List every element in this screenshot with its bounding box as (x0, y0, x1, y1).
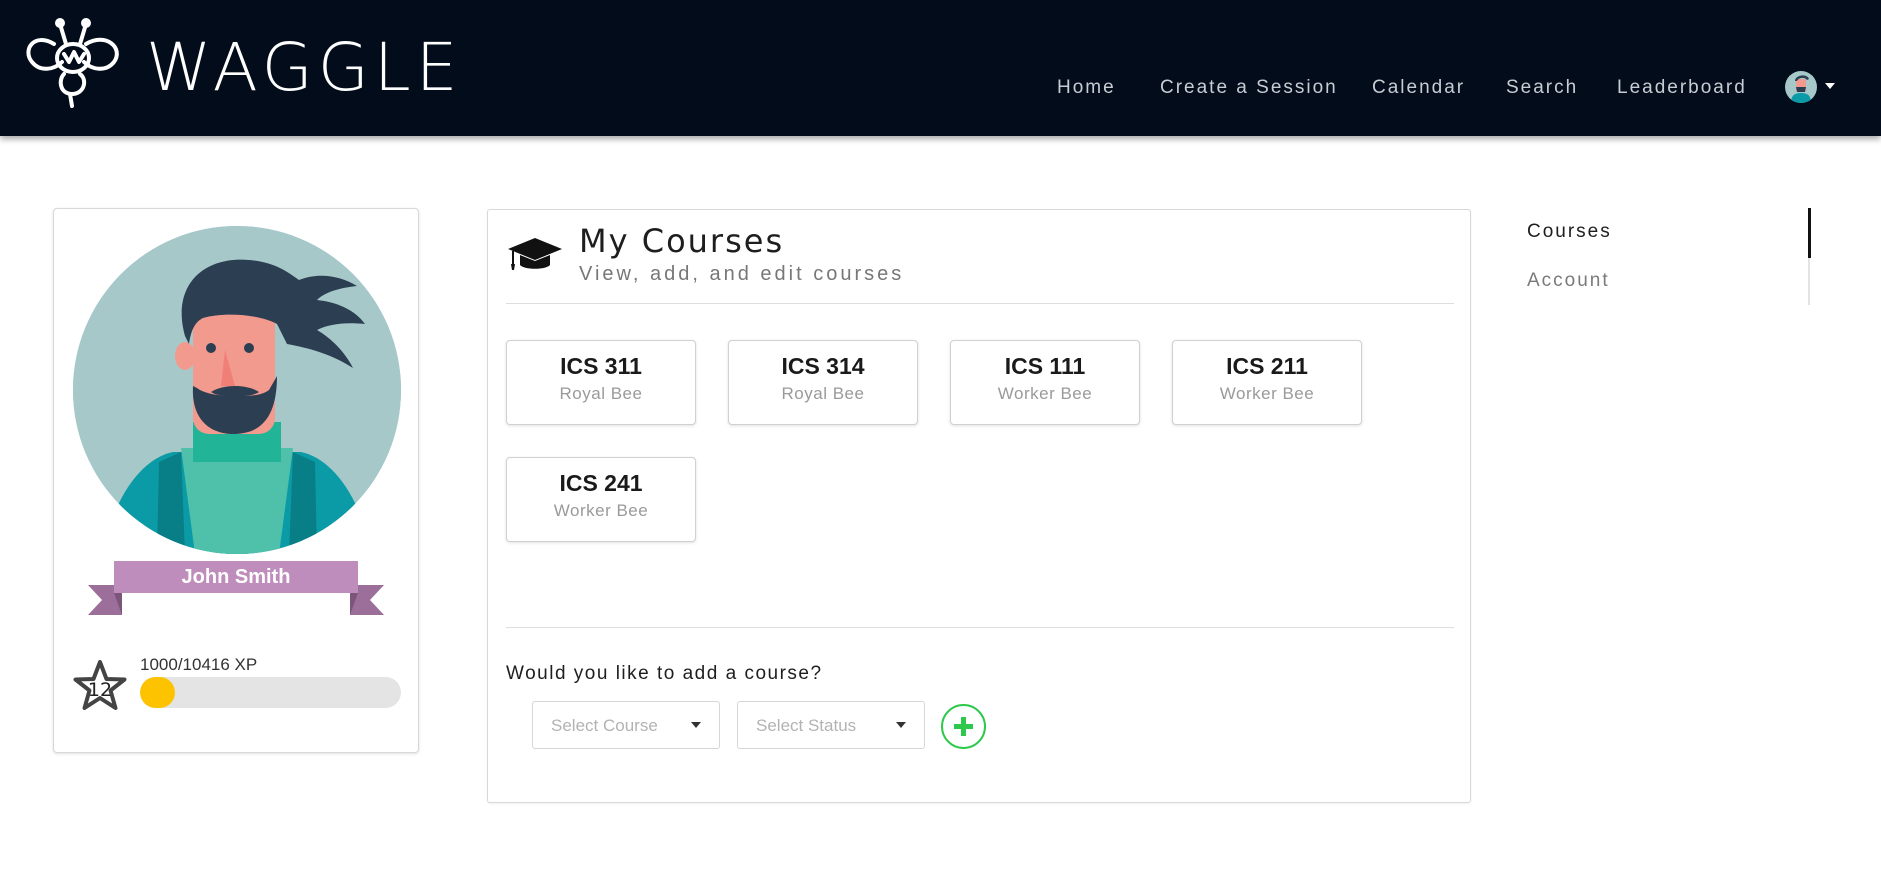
section-side-nav: Courses Account (1510, 208, 1811, 306)
add-course-button[interactable] (941, 704, 986, 749)
course-code: ICS 314 (781, 353, 865, 379)
profile-avatar (73, 226, 401, 554)
course-role: Royal Bee (559, 384, 643, 403)
profile-name: John Smith (181, 566, 291, 588)
course-code: ICS 111 (1004, 353, 1086, 379)
course-tile-ics-211[interactable]: ICS 211 Worker Bee (1172, 340, 1362, 425)
side-nav-courses[interactable]: Courses (1527, 221, 1612, 243)
course-role: Worker Bee (553, 501, 649, 520)
header-divider (506, 303, 1454, 304)
select-status-dropdown[interactable]: Select Status (737, 701, 925, 749)
page-subtitle: View, add, and edit courses (579, 263, 905, 285)
xp-progress-bar (140, 677, 401, 708)
plus-icon (954, 717, 973, 736)
add-course-prompt: Would you like to add a course? (506, 663, 823, 684)
chevron-down-icon (691, 722, 701, 728)
brand-logo[interactable]: WAGGLE (24, 18, 462, 117)
side-nav-active-indicator (1808, 208, 1811, 258)
brand-name: WAGGLE (146, 28, 463, 106)
course-tile-ics-311[interactable]: ICS 311 Royal Bee (506, 340, 696, 425)
course-role: Worker Bee (997, 384, 1093, 403)
section-divider (506, 627, 1454, 628)
xp-label: 1000/10416 XP (140, 655, 258, 674)
nav-home[interactable]: Home (1057, 77, 1116, 99)
courses-panel: My Courses View, add, and edit courses I… (487, 209, 1471, 803)
course-tile-ics-314[interactable]: ICS 314 Royal Bee (728, 340, 918, 425)
select-course-placeholder: Select Course (551, 716, 658, 735)
course-role: Worker Bee (1219, 384, 1315, 403)
course-tile-ics-111[interactable]: ICS 111 Worker Bee (950, 340, 1140, 425)
page-title: My Courses (579, 222, 785, 260)
course-code: ICS 211 (1226, 353, 1308, 379)
name-ribbon: John Smith (88, 561, 384, 623)
profile-card: John Smith 12 1000/10416 XP (53, 208, 419, 753)
course-code: ICS 311 (560, 353, 642, 379)
level-number: 12 (87, 679, 113, 701)
chevron-down-icon (896, 722, 906, 728)
nav-calendar[interactable]: Calendar (1372, 77, 1465, 99)
caret-down-icon[interactable] (1825, 83, 1835, 89)
nav-leaderboard[interactable]: Leaderboard (1617, 77, 1747, 99)
course-code: ICS 241 (559, 470, 643, 496)
course-tile-ics-241[interactable]: ICS 241 Worker Bee (506, 457, 696, 542)
xp-progress-fill (140, 677, 175, 708)
graduation-cap-icon (506, 234, 564, 274)
nav-create-session[interactable]: Create a Session (1160, 77, 1338, 99)
nav-search[interactable]: Search (1506, 77, 1578, 99)
side-nav-account[interactable]: Account (1527, 270, 1610, 292)
course-role: Royal Bee (781, 384, 865, 403)
top-navbar: WAGGLE Home Create a Session Calendar Se… (0, 0, 1881, 136)
select-course-dropdown[interactable]: Select Course (532, 701, 720, 749)
user-avatar[interactable] (1785, 71, 1817, 103)
bee-logo-icon (24, 18, 124, 117)
select-status-placeholder: Select Status (756, 716, 857, 735)
